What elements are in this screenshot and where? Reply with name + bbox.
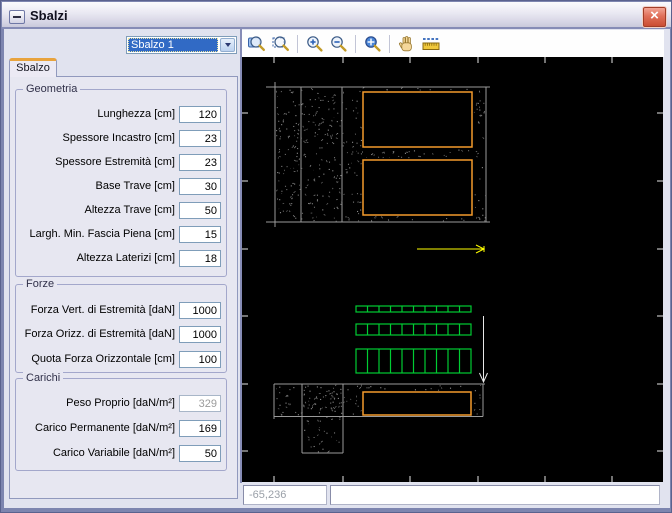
pan-button[interactable] [396,33,418,55]
system-menu-button[interactable] [9,10,25,24]
field-row: Altezza Laterizi [cm] [20,250,221,267]
zoom-out-button[interactable] [328,33,350,55]
field-row: Carico Permanente [daN/m²] [20,420,221,437]
spessore-incastro-label: Spessore Incastro [cm] [62,132,176,144]
carico-variabile-label: Carico Variabile [daN/m²] [52,447,175,459]
measure-button[interactable] [420,33,442,55]
zoom-in-button[interactable] [304,33,326,55]
status-coordinates: -65,236 [243,485,327,505]
sbalzo-selector[interactable]: Sbalzo 1 [126,36,237,54]
altezza-laterizi-label: Altezza Laterizi [cm] [76,252,175,264]
altezza-trave-input[interactable] [179,202,221,219]
drawing-viewport[interactable] [242,57,663,482]
sbalzo-selector-value: Sbalzo 1 [128,38,218,52]
carico-permanente-input[interactable] [179,420,221,437]
measure-ruler-icon [422,37,440,50]
group-geometria-title: Geometria [23,83,81,95]
zoom-window-icon [272,35,289,51]
carico-variabile-input[interactable] [179,445,221,462]
quota-forza-orizzontale-label: Quota Forza Orizzontale [cm] [31,353,175,365]
forza-vert-estremita-label: Forza Vert. di Estremità [daN] [30,304,175,316]
forza-orizz-estremita-label: Forza Orizz. di Estremità [daN] [24,328,175,340]
system-menu-icon [13,16,21,18]
toolbar-separator [389,34,391,53]
group-carichi-title: Carichi [23,372,64,384]
lunghezza-input[interactable] [179,106,221,123]
field-row: Largh. Min. Fascia Piena [cm] [20,226,221,243]
cad-drawing [242,57,663,482]
field-row: Carico Variabile [daN/m²] [20,445,221,462]
field-row: Base Trave [cm] [20,178,221,195]
field-row: Lunghezza [cm] [20,106,221,123]
forza-orizz-estremita-input[interactable] [179,326,221,343]
group-forze-title: Forze [23,278,58,290]
base-trave-input[interactable] [179,178,221,195]
concrete-hatch-speckles [275,86,487,453]
spessore-estremita-input[interactable] [179,154,221,171]
group-geometria: Geometria Lunghezza [cm] Spessore Incast… [15,83,227,277]
forza-vert-estremita-input[interactable] [179,302,221,319]
field-row: Forza Orizz. di Estremità [daN] [20,326,221,343]
field-row: Forza Vert. di Estremità [daN] [20,302,221,319]
group-carichi: Carichi Peso Proprio [daN/m²] Carico Per… [15,372,227,471]
altezza-trave-label: Altezza Trave [cm] [84,204,175,216]
toolbar-separator [297,34,299,53]
zoom-dynamic-icon [365,35,381,52]
chevron-down-icon [224,43,231,47]
zoom-all-icon [248,35,265,51]
pan-hand-icon [399,35,412,51]
vertical-force-arrow [479,316,488,384]
largh-min-fascia-piena-label: Largh. Min. Fascia Piena [cm] [29,228,175,240]
largh-min-fascia-piena-input[interactable] [179,226,221,243]
field-row: Quota Forza Orizzontale [cm] [20,351,221,368]
altezza-laterizi-input[interactable] [179,250,221,267]
window-title: Sbalzi [30,8,68,23]
tab-sbalzo[interactable]: Sbalzo [9,58,57,77]
spessore-incastro-input[interactable] [179,130,221,147]
field-row: Spessore Estremità [cm] [20,154,221,171]
zoom-out-icon [331,35,347,52]
title-bar[interactable]: Sbalzi × [2,2,671,29]
plan-view-outline [266,82,490,227]
peso-proprio-label: Peso Proprio [daN/m²] [66,397,175,409]
viewport-toolbar [242,30,664,57]
zoom-dynamic-button[interactable] [362,33,384,55]
zoom-all-button[interactable] [246,33,268,55]
peso-proprio-input [179,395,221,412]
zoom-in-icon [307,35,323,52]
sbalzo-selector-dropdown-button[interactable] [220,38,235,52]
zoom-window-button[interactable] [270,33,292,55]
horizontal-force-arrow [417,244,486,254]
base-trave-label: Base Trave [cm] [95,180,175,192]
lunghezza-label: Lunghezza [cm] [97,108,175,120]
field-row: Peso Proprio [daN/m²] [20,395,221,412]
field-row: Spessore Incastro [cm] [20,130,221,147]
group-forze: Forze Forza Vert. di Estremità [daN] For… [15,278,227,373]
plan-hollow-blocks [362,91,473,216]
toolbar-separator [355,34,357,53]
status-message [330,485,660,505]
dialog-window: Sbalzi × Sbalzo 1 Sbalzo Geometria Lungh… [0,0,672,513]
section-view-outline [273,383,485,454]
viewport-tick-marks [242,57,663,482]
load-distribution-strips [355,305,472,374]
close-button[interactable]: × [642,6,667,28]
quota-forza-orizzontale-input[interactable] [179,351,221,368]
section-beam-rect [362,391,472,416]
field-row: Altezza Trave [cm] [20,202,221,219]
spessore-estremita-label: Spessore Estremità [cm] [55,156,175,168]
carico-permanente-label: Carico Permanente [daN/m²] [35,422,175,434]
